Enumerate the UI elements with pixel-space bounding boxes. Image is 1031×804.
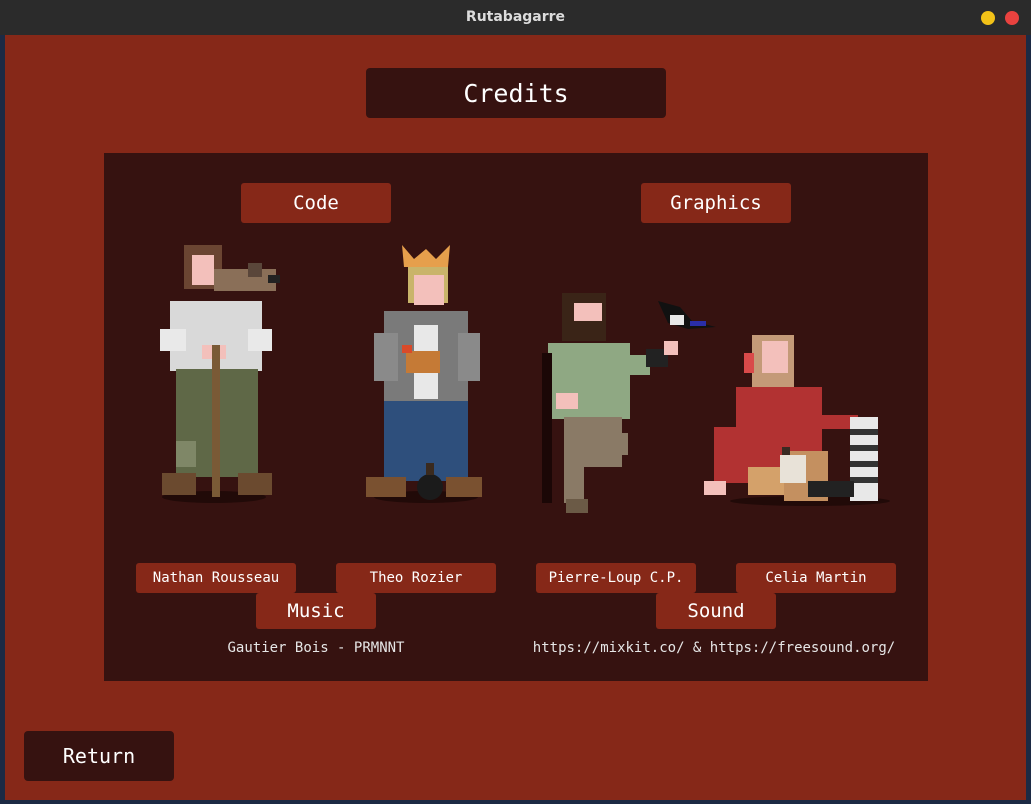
game-screen: Credits Code Graphics Nathan Rousseau Th… — [5, 35, 1026, 800]
section-graphics: Graphics — [641, 183, 791, 223]
name-theo-rozier: Theo Rozier — [336, 563, 496, 593]
close-button[interactable] — [1005, 11, 1019, 25]
section-code: Code — [241, 183, 391, 223]
portrait-pierre-loup — [542, 293, 716, 513]
sound-credit: https://mixkit.co/ & https://freesound.o… — [532, 640, 896, 656]
return-button[interactable]: Return — [24, 731, 174, 781]
section-music: Music — [256, 593, 376, 629]
music-credit: Gautier Bois - PRMNNT — [227, 640, 405, 656]
portrait-theo-rozier — [366, 245, 482, 503]
portrait-nathan-rousseau — [160, 245, 280, 503]
minimize-button[interactable] — [981, 11, 995, 25]
window-title: Rutabagarre — [465, 9, 566, 25]
name-pierre-loup: Pierre-Loup C.P. — [536, 563, 696, 593]
credits-panel: Code Graphics Nathan Rousseau Theo Rozie… — [104, 153, 928, 681]
section-sound: Sound — [656, 593, 776, 629]
name-nathan-rousseau: Nathan Rousseau — [136, 563, 296, 593]
window-titlebar: Rutabagarre — [0, 0, 1031, 35]
name-celia-martin: Celia Martin — [736, 563, 896, 593]
credits-title: Credits — [366, 68, 666, 118]
portrait-celia-martin — [704, 335, 890, 506]
